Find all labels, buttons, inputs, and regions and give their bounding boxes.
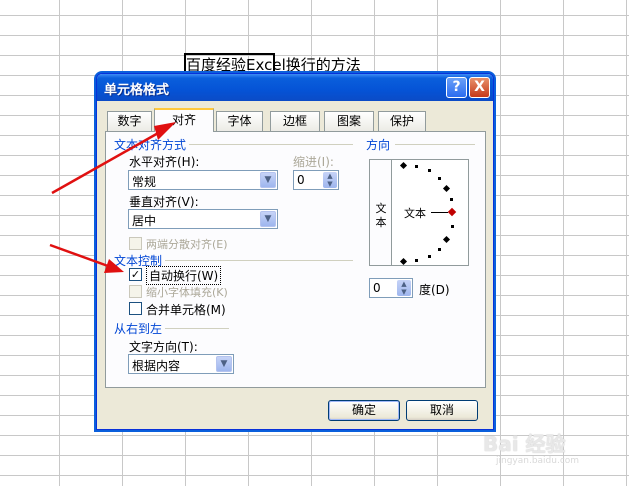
orientation-marker-icon: [442, 184, 451, 193]
ok-button[interactable]: 确定: [328, 400, 400, 421]
watermark-logo: Bai 经验: [483, 432, 566, 456]
orientation-dot-icon: [415, 259, 418, 262]
indent-value: 0: [297, 173, 305, 187]
chevron-down-icon[interactable]: ▼: [260, 172, 276, 188]
format-cells-dialog: 单元格格式 ? X 数字 对齐 字体 边框 图案 保护 文本对齐方式 水平对齐(…: [96, 73, 494, 430]
tab-protection[interactable]: 保护: [378, 111, 426, 131]
merge-cells-label: 合并单元格(M): [146, 303, 226, 317]
dialog-titlebar[interactable]: 单元格格式 ? X: [97, 74, 493, 101]
orientation-dot-icon: [438, 177, 441, 180]
tab-patterns[interactable]: 图案: [324, 111, 374, 131]
vertical-label: 垂直对齐(V):: [129, 195, 199, 209]
orientation-line: [431, 212, 448, 213]
indent-spinner[interactable]: 0 ▲ ▼: [293, 170, 339, 190]
text-direction-label: 文字方向(T):: [129, 340, 198, 354]
distributed-checkbox[interactable]: [129, 237, 142, 250]
orientation-dot-icon: [438, 248, 441, 251]
text-alignment-group-title: 文本对齐方式: [114, 138, 187, 152]
orientation-dot-icon: [428, 169, 431, 172]
vertical-text-label: 文本: [375, 202, 387, 229]
orientation-dot-icon: [450, 198, 453, 201]
group-divider: [165, 328, 229, 329]
indent-label: 缩进(I):: [293, 155, 334, 169]
orientation-group-title: 方向: [366, 138, 391, 152]
orientation-control[interactable]: 文本 文本: [369, 159, 469, 266]
orientation-dot-icon: [451, 225, 454, 228]
orientation-marker-icon: [442, 235, 451, 244]
close-button[interactable]: X: [469, 77, 490, 98]
watermark-url: jingyan.baidu.com: [496, 456, 580, 466]
tab-alignment[interactable]: 对齐: [154, 108, 214, 132]
merge-cells-checkbox[interactable]: [129, 302, 142, 315]
degree-label: 度(D): [419, 283, 450, 297]
orientation-marker-icon: [399, 161, 408, 170]
text-direction-value: 根据内容: [132, 359, 181, 373]
horizontal-label: 水平对齐(H):: [129, 155, 200, 169]
orientation-handle-icon[interactable]: [447, 207, 457, 217]
cancel-button[interactable]: 取消: [406, 400, 478, 421]
shrink-checkbox[interactable]: [129, 285, 142, 298]
horizontal-value: 常规: [132, 175, 157, 189]
group-divider: [189, 144, 353, 145]
group-divider: [165, 260, 353, 261]
wrap-text-label[interactable]: 自动换行(W): [146, 266, 222, 285]
rtl-group-title: 从右到左: [114, 322, 163, 336]
tab-font[interactable]: 字体: [216, 111, 263, 131]
dialog-title: 单元格格式: [104, 83, 170, 98]
orientation-text: 文本: [404, 207, 426, 220]
vertical-select[interactable]: 居中 ▼: [128, 209, 278, 229]
degree-spinner[interactable]: 0 ▲ ▼: [369, 278, 413, 298]
shrink-label: 缩小字体填充(K): [146, 286, 228, 299]
group-divider: [395, 144, 475, 145]
degree-value: 0: [373, 281, 381, 295]
orientation-dot-icon: [428, 255, 431, 258]
chevron-down-icon[interactable]: ▼: [216, 356, 232, 372]
orientation-marker-icon: [399, 257, 408, 266]
vertical-text-button[interactable]: 文本: [370, 160, 392, 265]
distributed-label: 两端分散对齐(E): [146, 238, 228, 251]
tab-number[interactable]: 数字: [107, 111, 152, 131]
active-cell[interactable]: [184, 53, 275, 75]
wrap-text-checkbox[interactable]: ✓: [129, 268, 142, 281]
vertical-value: 居中: [132, 214, 157, 228]
spinner-arrows-icon[interactable]: ▲ ▼: [397, 280, 411, 296]
orientation-dot-icon: [415, 165, 418, 168]
tab-border[interactable]: 边框: [270, 111, 320, 131]
help-button[interactable]: ?: [446, 77, 467, 98]
horizontal-select[interactable]: 常规 ▼: [128, 170, 278, 190]
spinner-arrows-icon[interactable]: ▲ ▼: [323, 172, 337, 188]
chevron-down-icon[interactable]: ▼: [260, 211, 276, 227]
text-direction-select[interactable]: 根据内容 ▼: [128, 354, 234, 374]
